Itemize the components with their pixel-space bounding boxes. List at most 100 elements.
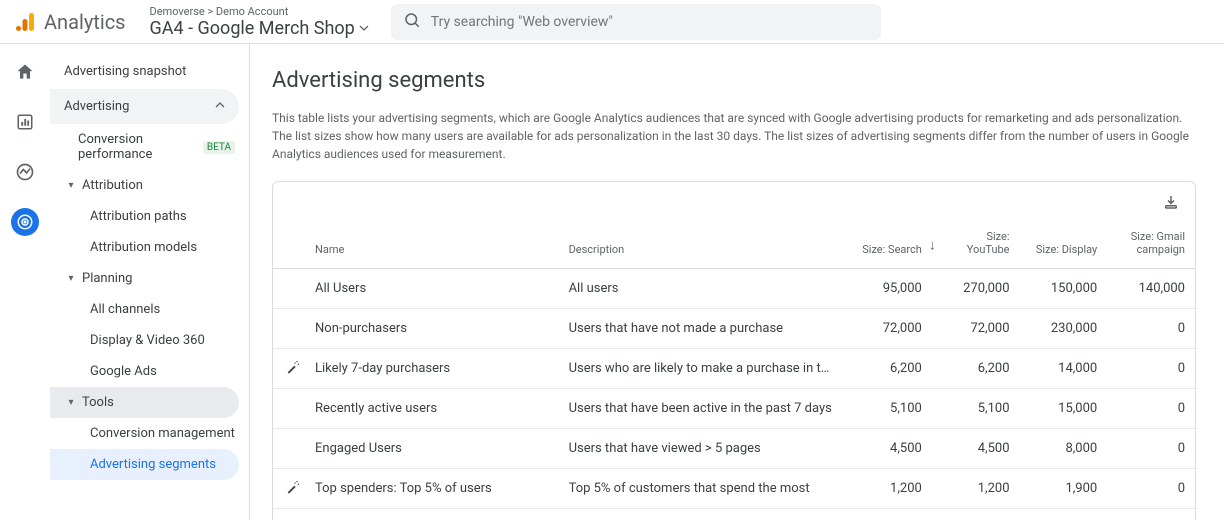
cell-gmail: 0 bbox=[1107, 469, 1195, 509]
cell-youtube: 72,000 bbox=[932, 309, 1020, 349]
cell-youtube: 5,100 bbox=[932, 389, 1020, 429]
cell-display: 230,000 bbox=[1020, 309, 1108, 349]
nav-conversion-management[interactable]: Conversion management bbox=[50, 418, 249, 449]
page-description: This table lists your advertising segmen… bbox=[272, 109, 1192, 163]
col-size-display[interactable]: Size: Display bbox=[1020, 222, 1108, 269]
cell-name: Recently active users bbox=[273, 389, 559, 429]
cell-desc: Users that have not made a purchase bbox=[559, 309, 845, 349]
icon-rail bbox=[0, 44, 50, 520]
cell-desc: All users bbox=[559, 269, 845, 309]
nav-google-ads[interactable]: Google Ads bbox=[50, 356, 249, 387]
cell-display: 1,900 bbox=[1020, 469, 1108, 509]
col-size-gmail[interactable]: Size: Gmail campaign bbox=[1107, 222, 1195, 269]
table-row[interactable]: Non-purchasers Users that have not made a… bbox=[273, 309, 1195, 349]
cell-desc: Users who are predicted to generate the … bbox=[559, 509, 845, 520]
side-nav: Advertising snapshot Advertising Convers… bbox=[50, 44, 250, 520]
segments-table: Name Description Size: Search ↓ Size: Yo… bbox=[273, 222, 1195, 520]
predictive-wand-icon bbox=[285, 359, 301, 379]
rail-explore-icon[interactable] bbox=[11, 158, 39, 186]
segment-name: Non-purchasers bbox=[315, 321, 407, 336]
beta-badge: BETA bbox=[203, 141, 235, 154]
nav-display-video[interactable]: Display & Video 360 bbox=[50, 325, 249, 356]
search-icon bbox=[403, 11, 421, 33]
nav-all-channels[interactable]: All channels bbox=[50, 294, 249, 325]
nav-item-label: Conversion performance bbox=[78, 132, 193, 162]
sort-arrow-down-icon: ↓ bbox=[929, 237, 936, 254]
cell-display: 15,000 bbox=[1020, 389, 1108, 429]
nav-tools[interactable]: ▾ Tools bbox=[50, 387, 239, 418]
cell-gmail: 0 bbox=[1107, 509, 1195, 520]
col-label: Size: Search bbox=[862, 243, 922, 256]
cell-gmail: 140,000 bbox=[1107, 269, 1195, 309]
table-row[interactable]: Likely 7-day purchasersUsers who are lik… bbox=[273, 349, 1195, 389]
col-description[interactable]: Description bbox=[559, 222, 845, 269]
analytics-logo-icon bbox=[14, 10, 38, 34]
logo[interactable]: Analytics bbox=[14, 10, 126, 34]
cell-gmail: 0 bbox=[1107, 429, 1195, 469]
segment-name: Recently active users bbox=[315, 401, 437, 416]
cell-gmail: 0 bbox=[1107, 309, 1195, 349]
segment-name: All Users bbox=[315, 281, 366, 296]
cell-gmail: 0 bbox=[1107, 349, 1195, 389]
cell-name: Predicted 28-day top spenders bbox=[273, 509, 559, 520]
caret-down-icon: ▾ bbox=[66, 180, 76, 191]
col-name[interactable]: Name bbox=[273, 222, 559, 269]
chevron-down-icon bbox=[359, 23, 369, 33]
cell-search: 95,000 bbox=[844, 269, 932, 309]
main-content: Advertising segments This table lists yo… bbox=[250, 44, 1224, 520]
nav-advertising-segments[interactable]: Advertising segments bbox=[50, 449, 239, 480]
download-icon[interactable] bbox=[1161, 192, 1181, 212]
cell-desc: Top 5% of customers that spend the most bbox=[559, 469, 845, 509]
table-row[interactable]: Predicted 28-day top spendersUsers who a… bbox=[273, 509, 1195, 520]
property-label: GA4 - Google Merch Shop bbox=[150, 18, 355, 39]
cell-search: 6,200 bbox=[844, 349, 932, 389]
table-toolbar bbox=[273, 182, 1195, 222]
rail-advertising-icon[interactable] bbox=[11, 208, 39, 236]
table-row[interactable]: Recently active users Users that have bee… bbox=[273, 389, 1195, 429]
nav-conversion-performance[interactable]: Conversion performance BETA bbox=[50, 124, 249, 170]
cell-name: Non-purchasers bbox=[273, 309, 559, 349]
account-selector[interactable]: Demoverse > Demo Account GA4 - Google Me… bbox=[150, 5, 369, 39]
cell-gmail: 0 bbox=[1107, 389, 1195, 429]
cell-youtube: 1,200 bbox=[932, 469, 1020, 509]
cell-display: 8,000 bbox=[1020, 429, 1108, 469]
nav-advertising-snapshot[interactable]: Advertising snapshot bbox=[50, 54, 249, 89]
cell-search: 5,100 bbox=[844, 389, 932, 429]
cell-desc: Users who are likely to make a purchase … bbox=[559, 349, 845, 389]
cell-desc: Users that have viewed > 5 pages bbox=[559, 429, 845, 469]
cell-name: Likely 7-day purchasers bbox=[273, 349, 559, 389]
cell-desc: Users that have been active in the past … bbox=[559, 389, 845, 429]
nav-attribution-paths[interactable]: Attribution paths bbox=[50, 201, 249, 232]
nav-item-label: Attribution bbox=[82, 178, 143, 193]
search-input[interactable] bbox=[431, 14, 869, 30]
col-size-search[interactable]: Size: Search ↓ bbox=[844, 222, 932, 269]
cell-display: 1,800 bbox=[1020, 509, 1108, 520]
caret-down-icon: ▾ bbox=[66, 397, 76, 408]
search-box[interactable] bbox=[391, 4, 881, 40]
predictive-wand-icon bbox=[285, 479, 301, 499]
property-name: GA4 - Google Merch Shop bbox=[150, 18, 369, 39]
table-row[interactable]: Engaged Users Users that have viewed > 5 … bbox=[273, 429, 1195, 469]
rail-reports-icon[interactable] bbox=[11, 108, 39, 136]
rail-home-icon[interactable] bbox=[11, 58, 39, 86]
nav-section-label: Advertising bbox=[64, 99, 129, 114]
nav-planning[interactable]: ▾ Planning bbox=[50, 263, 249, 294]
nav-attribution-models[interactable]: Attribution models bbox=[50, 232, 249, 263]
nav-attribution[interactable]: ▾ Attribution bbox=[50, 170, 249, 201]
table-row[interactable]: Top spenders: Top 5% of usersTop 5% of c… bbox=[273, 469, 1195, 509]
cell-display: 150,000 bbox=[1020, 269, 1108, 309]
cell-search: 72,000 bbox=[844, 309, 932, 349]
nav-advertising-section[interactable]: Advertising bbox=[50, 89, 239, 124]
segment-name: Engaged Users bbox=[315, 441, 402, 456]
cell-search: 4,500 bbox=[844, 429, 932, 469]
table-row[interactable]: All UsersAll users95,000270,000150,00014… bbox=[273, 269, 1195, 309]
page-title: Advertising segments bbox=[272, 68, 1196, 93]
col-size-youtube[interactable]: Size: YouTube bbox=[932, 222, 1020, 269]
cell-youtube: 1,200 bbox=[932, 509, 1020, 520]
nav-item-label: Tools bbox=[82, 395, 114, 410]
cell-search: 1,200 bbox=[844, 469, 932, 509]
segments-table-card: Name Description Size: Search ↓ Size: Yo… bbox=[272, 181, 1196, 520]
body: Advertising snapshot Advertising Convers… bbox=[0, 44, 1224, 520]
cell-name: Top spenders: Top 5% of users bbox=[273, 469, 559, 509]
logo-text: Analytics bbox=[44, 10, 126, 34]
